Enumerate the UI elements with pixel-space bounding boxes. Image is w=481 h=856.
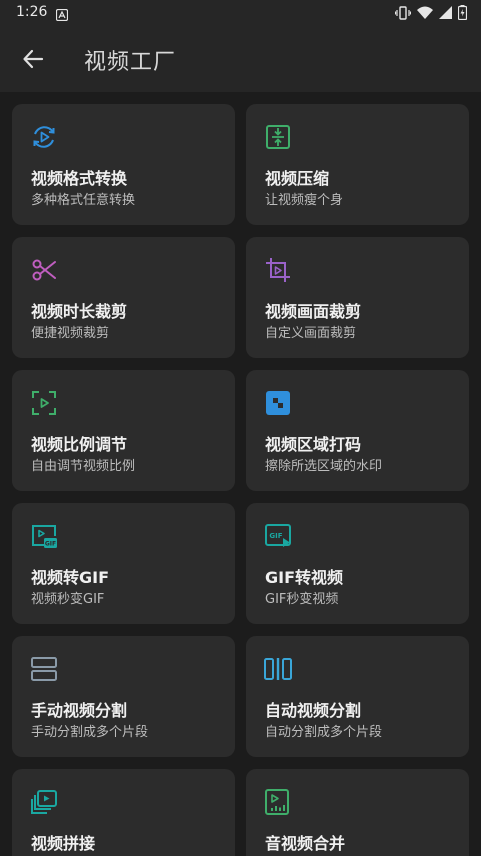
compress-icon [264, 123, 292, 151]
split-auto-icon [264, 655, 292, 683]
card-title: GIF转视频 [265, 568, 344, 587]
ratio-icon [30, 389, 58, 417]
card-video-format-convert[interactable]: 视频格式转换 多种格式任意转换 [12, 104, 235, 225]
page-title: 视频工厂 [84, 50, 177, 75]
audio-video-icon [264, 788, 292, 816]
arrow-left-icon [23, 49, 44, 69]
card-desc: 自动分割成多个片段 [265, 725, 383, 740]
card-desc: 手动分割成多个片段 [31, 725, 149, 740]
notification-icon [55, 6, 69, 22]
gif-to-video-icon: GIF [264, 522, 292, 550]
card-auto-split[interactable]: 自动视频分割 自动分割成多个片段 [246, 636, 469, 757]
app-bar: 视频工厂 [0, 26, 481, 92]
crop-icon [264, 256, 292, 284]
card-title: 视频拼接 [31, 834, 96, 853]
vibrate-icon [395, 5, 411, 20]
card-video-to-gif[interactable]: GIF 视频转GIF 视频秒变GIF [12, 503, 235, 624]
scissors-icon [30, 256, 58, 284]
card-title: 视频区域打码 [265, 435, 362, 454]
card-title: 视频压缩 [265, 169, 330, 188]
card-video-region-mosaic[interactable]: 视频区域打码 擦除所选区域的水印 [246, 370, 469, 491]
status-time: 1:26 [16, 4, 48, 20]
signal-icon [439, 6, 452, 19]
card-video-ratio-adjust[interactable]: 视频比例调节 自由调节视频比例 [12, 370, 235, 491]
card-gif-to-video[interactable]: GIF GIF转视频 GIF秒变视频 [246, 503, 469, 624]
card-desc: 擦除所选区域的水印 [265, 459, 383, 474]
card-desc: 自由调节视频比例 [31, 459, 136, 474]
svg-text:GIF: GIF [269, 532, 282, 540]
card-desc: 便捷视频裁剪 [31, 326, 110, 341]
card-desc: GIF秒变视频 [265, 592, 339, 607]
card-desc: 视频秒变GIF [31, 592, 105, 607]
mosaic-icon [264, 389, 292, 417]
card-title: 视频比例调节 [31, 435, 128, 454]
card-audio-video-merge[interactable]: 音视频合并 [246, 769, 469, 856]
card-desc: 让视频瘦个身 [265, 193, 344, 208]
card-desc: 自定义画面裁剪 [265, 326, 357, 341]
card-title: 视频时长裁剪 [31, 302, 128, 321]
card-title: 视频转GIF [31, 568, 110, 587]
battery-icon [458, 5, 467, 20]
split-manual-icon [30, 655, 58, 683]
card-title: 手动视频分割 [31, 701, 128, 720]
tool-grid: 视频格式转换 多种格式任意转换 视频压缩 让视频瘦个身 视频时长裁剪 便捷视频裁… [12, 104, 469, 856]
card-title: 视频格式转换 [31, 169, 128, 188]
back-button[interactable] [14, 40, 52, 78]
card-title: 自动视频分割 [265, 701, 362, 720]
status-bar: 1:26 [0, 0, 481, 26]
card-desc: 多种格式任意转换 [31, 193, 136, 208]
card-title: 音视频合并 [265, 834, 346, 853]
convert-icon [30, 123, 58, 151]
card-video-frame-crop[interactable]: 视频画面裁剪 自定义画面裁剪 [246, 237, 469, 358]
wifi-icon [417, 6, 433, 19]
card-video-concat[interactable]: 视频拼接 [12, 769, 235, 856]
card-title: 视频画面裁剪 [265, 302, 362, 321]
card-video-duration-trim[interactable]: 视频时长裁剪 便捷视频裁剪 [12, 237, 235, 358]
card-manual-split[interactable]: 手动视频分割 手动分割成多个片段 [12, 636, 235, 757]
stack-icon [30, 788, 58, 816]
card-video-compress[interactable]: 视频压缩 让视频瘦个身 [246, 104, 469, 225]
svg-text:GIF: GIF [45, 541, 56, 548]
video-to-gif-icon: GIF [30, 522, 58, 550]
